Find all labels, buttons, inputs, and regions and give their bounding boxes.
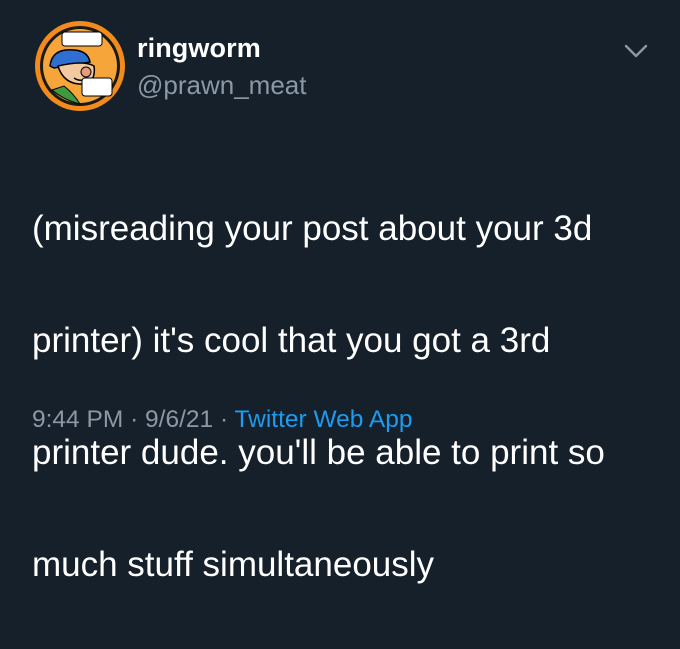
separator: · <box>219 406 229 433</box>
avatar[interactable] <box>34 20 126 112</box>
tweet-text-line: printer) it's cool that you got a 3rd <box>32 321 551 360</box>
tweet-date[interactable]: 9/6/21 <box>145 406 213 433</box>
display-name[interactable]: ringworm <box>137 32 306 64</box>
tweet-text-line: (misreading your post about your 3d <box>32 209 593 248</box>
separator: · <box>130 406 139 433</box>
tweet-text: (misreading your post about your 3d prin… <box>32 145 662 649</box>
tweet-card: ringworm @prawn_meat (misreading your po… <box>0 0 680 584</box>
author-block: ringworm @prawn_meat <box>137 32 306 101</box>
avatar-image <box>35 21 125 111</box>
chevron-down-icon <box>624 44 648 58</box>
tweet-meta: 9:44 PM · 9/6/21 · Twitter Web App <box>32 404 412 436</box>
more-options-button[interactable] <box>620 36 652 64</box>
user-handle[interactable]: @prawn_meat <box>137 69 306 101</box>
tweet-text-line: much stuff simultaneously <box>32 545 435 584</box>
tweet-source-link[interactable]: Twitter Web App <box>235 406 413 433</box>
tweet-time[interactable]: 9:44 PM <box>32 406 123 433</box>
